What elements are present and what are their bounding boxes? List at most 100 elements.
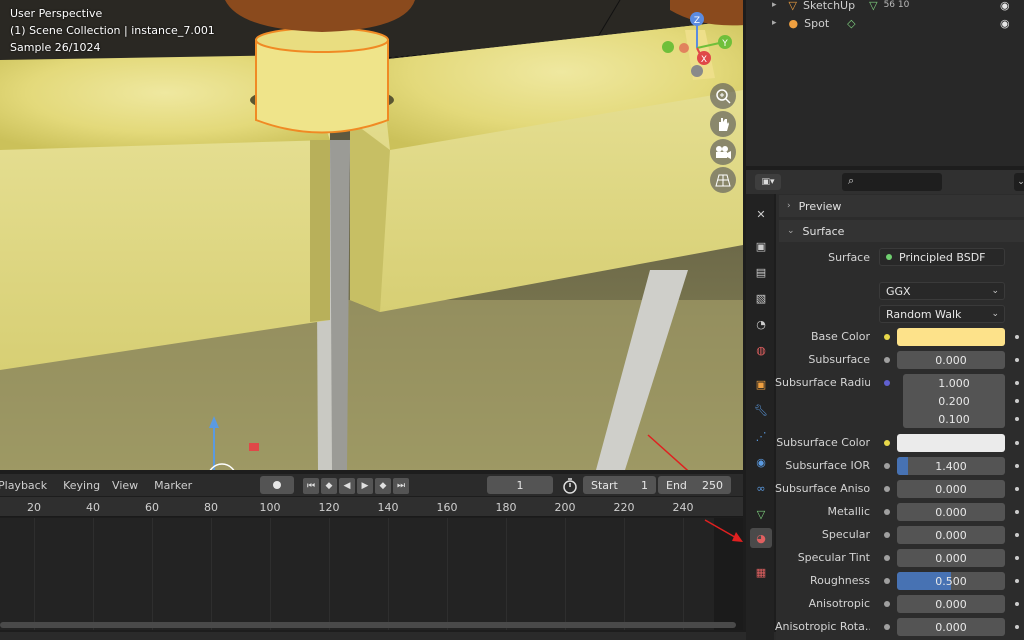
subsurface-radius-z-field[interactable]: 0.100 [903,410,1005,428]
view-menu[interactable]: View [112,479,138,492]
navigation-gizmo[interactable]: Z Y X [660,10,740,82]
timeline-scrollbar[interactable] [0,622,736,628]
texture-tab-icon[interactable]: ▦ [750,562,772,582]
socket-icon[interactable] [884,334,890,340]
expand-arrow-icon[interactable]: ▸ [772,18,777,28]
base-color-swatch[interactable] [897,328,1005,346]
viewport-overlay-line: (1) Scene Collection | instance_7.001 [10,24,215,37]
socket-icon[interactable] [884,532,890,538]
end-frame-field[interactable]: End 250 [658,476,731,494]
subsurface-radius-x-field[interactable]: 1.000 [903,374,1005,392]
jump-start-icon[interactable]: ⏮ [303,478,319,494]
keyframe-dot[interactable] [1015,335,1019,339]
particles-tab-icon[interactable]: ⋰ [750,426,772,446]
timeline-area[interactable] [0,518,743,630]
object-tab-icon[interactable]: ▣ [750,374,772,394]
keyframe-dot[interactable] [1015,487,1019,491]
subsurface-ior-field[interactable]: 1.400 [897,457,1005,475]
playback-menu[interactable]: Playback [0,479,47,492]
socket-icon[interactable] [884,555,890,561]
subsurface-method-dropdown[interactable]: Random Walk ⌄ [879,305,1005,323]
subsurface-aniso-field[interactable]: 0.000 [897,480,1005,498]
render-tab-icon[interactable]: ▣ [750,236,772,256]
subsurface-field[interactable]: 0.000 [897,351,1005,369]
3d-viewport[interactable]: User Perspective (1) Scene Collection | … [0,0,743,470]
pan-hand-icon[interactable] [710,111,736,137]
auto-keying-toggle[interactable] [260,476,294,494]
expand-arrow-icon[interactable]: ▸ [772,0,777,10]
options-dropdown[interactable]: ⌄ [1014,173,1024,191]
surface-panel-header[interactable]: ⌄ Surface [779,220,1024,242]
keyframe-dot[interactable] [1015,579,1019,583]
socket-icon[interactable] [884,440,890,446]
radius-x-value: 1.000 [938,376,970,390]
play-reverse-icon[interactable]: ◀ [339,478,355,494]
stopwatch-icon[interactable] [562,478,578,494]
marker-menu[interactable]: Marker [154,479,192,492]
tool-tab-icon[interactable]: ✕ [750,204,772,224]
jump-keyframe-back-icon[interactable]: ◆ [321,478,337,494]
jump-keyframe-forward-icon[interactable]: ◆ [375,478,391,494]
eye-icon[interactable]: ◉ [1000,17,1010,30]
metallic-label: Metallic [827,505,870,518]
current-frame-field[interactable]: 1 [487,476,553,494]
scene-tab-icon[interactable]: ◔ [750,314,772,334]
keyframe-dot[interactable] [1015,358,1019,362]
keyframe-dot[interactable] [1015,556,1019,560]
subsurface-label: Subsurface [808,353,870,366]
keyframe-dot[interactable] [1015,464,1019,468]
tick-label: 240 [672,501,694,514]
roughness-field[interactable]: 0.500 [897,572,1005,590]
keyframe-dot[interactable] [1015,625,1019,629]
play-icon[interactable]: ▶ [357,478,373,494]
socket-icon[interactable] [884,624,890,630]
subsurface-color-swatch[interactable] [897,434,1005,452]
zoom-icon[interactable] [710,83,736,109]
outliner-item-spot[interactable]: ▸ ● Spot ◇ ◉ [746,14,1024,32]
subsurface-radius-y-field[interactable]: 0.200 [903,392,1005,410]
outliner[interactable]: ▸ ▽ SketchUp ▽ 56 10 ◉ ▸ ● Spot ◇ ◉ [746,0,1024,166]
vector-socket-icon[interactable] [884,380,890,386]
outliner-item-sketchup[interactable]: ▸ ▽ SketchUp ▽ 56 10 ◉ [746,0,1024,14]
eye-icon[interactable]: ◉ [1000,0,1010,12]
world-tab-icon[interactable]: ◍ [750,340,772,360]
modifier-tab-icon[interactable]: 🔧︎ [750,400,772,420]
keyframe-dot[interactable] [1015,381,1019,385]
output-tab-icon[interactable]: ▤ [750,262,772,282]
start-frame-field[interactable]: Start 1 [583,476,656,494]
preview-panel-header[interactable]: › Preview [779,195,1024,217]
socket-icon[interactable] [884,509,890,515]
properties-search-input[interactable]: ⌕ [842,173,942,191]
keyframe-dot[interactable] [1015,510,1019,514]
socket-icon[interactable] [884,463,890,469]
timeline-ruler[interactable]: 20 40 60 80 100 120 140 160 180 200 220 … [0,497,743,517]
physics-tab-icon[interactable]: ◉ [750,452,772,472]
material-tab-icon[interactable]: ◕ [750,528,772,548]
specular-tint-field[interactable]: 0.000 [897,549,1005,567]
distribution-dropdown[interactable]: GGX ⌄ [879,282,1005,300]
socket-icon[interactable] [884,601,890,607]
grid-projection-icon[interactable] [710,167,736,193]
keyframe-dot[interactable] [1015,417,1019,421]
socket-icon[interactable] [884,357,890,363]
keyframe-dot[interactable] [1015,441,1019,445]
view-layer-tab-icon[interactable]: ▧ [750,288,772,308]
socket-icon[interactable] [884,578,890,584]
constraints-tab-icon[interactable]: ∞ [750,478,772,498]
object-data-tab-icon[interactable]: ▽ [750,504,772,524]
keyframe-dot[interactable] [1015,399,1019,403]
subsurface-aniso-value: 0.000 [935,482,967,496]
specular-field[interactable]: 0.000 [897,526,1005,544]
radius-z-value: 0.100 [938,412,970,426]
camera-icon[interactable] [710,139,736,165]
editor-type-icon[interactable]: ▣▾ [755,174,781,190]
metallic-field[interactable]: 0.000 [897,503,1005,521]
jump-end-icon[interactable]: ⏭ [393,478,409,494]
keyframe-dot[interactable] [1015,533,1019,537]
anisotropic-field[interactable]: 0.000 [897,595,1005,613]
socket-icon[interactable] [884,486,890,492]
surface-shader-selector[interactable]: Principled BSDF [879,248,1005,266]
keyframe-dot[interactable] [1015,602,1019,606]
anisotropic-rotation-field[interactable]: 0.000 [897,618,1005,636]
keying-menu[interactable]: Keying [63,479,100,492]
